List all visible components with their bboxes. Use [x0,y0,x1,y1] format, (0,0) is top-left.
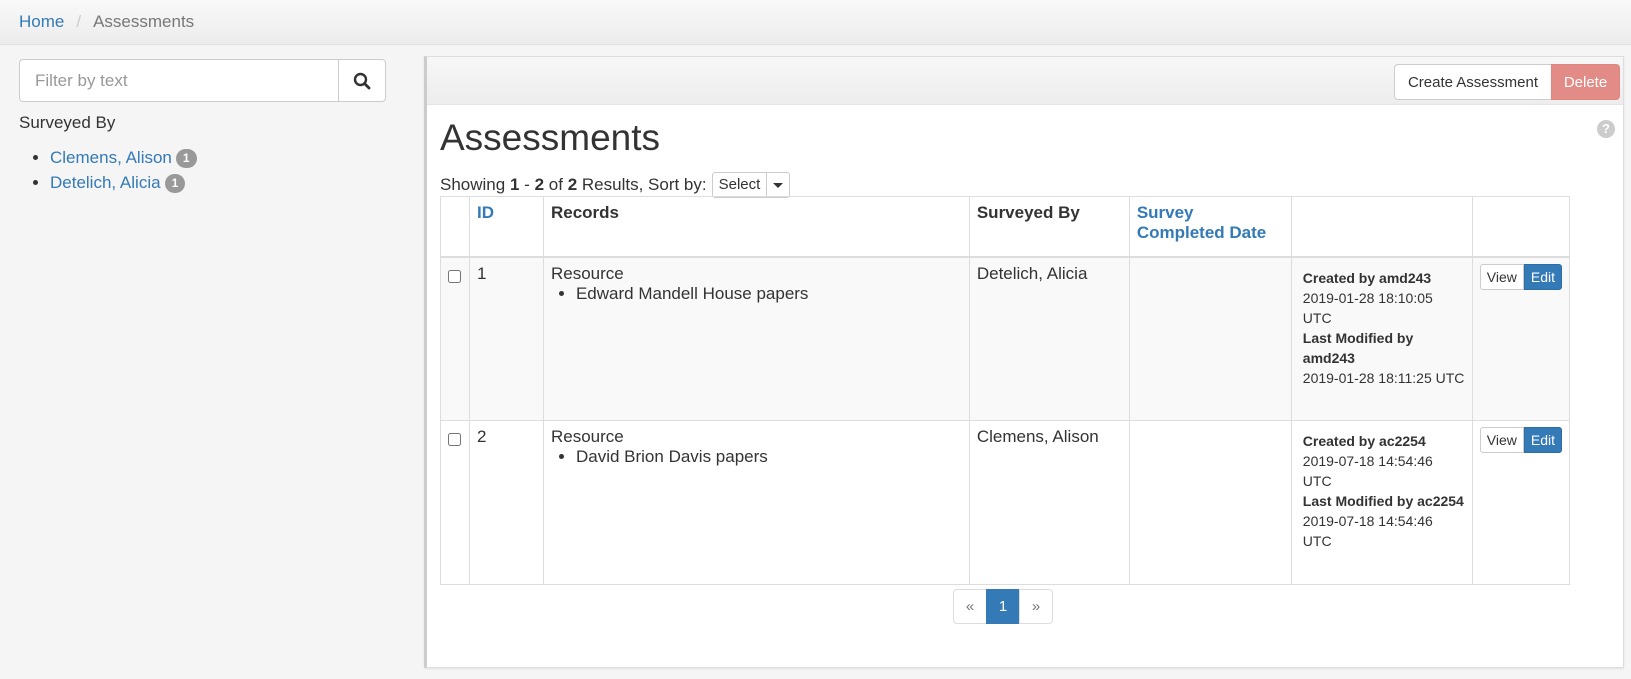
sort-dropdown-toggle[interactable] [767,173,789,197]
audit-cell: Created by ac2254 2019-07-18 14:54:46 UT… [1290,420,1473,585]
edit-button[interactable]: Edit [1523,427,1562,453]
view-button[interactable]: View [1479,263,1524,290]
modified-by: Last Modified by amd243 [1302,329,1414,366]
pagination-prev[interactable]: « [953,589,987,624]
assessments-table: ID Records Surveyed By Survey Completed … [440,196,1571,585]
facet-count-badge: 1 [175,149,197,169]
filter-input[interactable] [19,59,338,102]
completed-date-cell [1128,256,1292,421]
filter-form [19,59,386,102]
facet-list: Clemens, Alison1 Detelich, Alicia1 [50,145,197,195]
sort-select[interactable]: Select [711,172,791,198]
summary-of: of [548,175,563,194]
record-item: Edward Mandell House papers [576,284,962,304]
created-by: Created by ac2254 [1302,433,1426,449]
help-icon[interactable]: ? [1597,120,1615,138]
toolbar: Create Assessment Delete [427,57,1623,105]
audit-cell: Created by amd243 2019-01-28 18:10:05 UT… [1290,256,1473,421]
created-by: Created by amd243 [1302,269,1432,286]
row-checkbox[interactable] [448,433,462,446]
view-button[interactable]: View [1479,427,1524,453]
main-panel: Create Assessment Delete ? Assessments S… [424,56,1624,668]
header-audit [1290,196,1473,258]
row-checkbox[interactable] [448,269,462,283]
pagination: « 1 » [953,589,1053,624]
header-id: ID [468,196,544,258]
modified-by: Last Modified by ac2254 [1302,493,1464,509]
facet-link-clemens[interactable]: Clemens, Alison [50,148,172,167]
facet-item: Detelich, Alicia1 [50,170,197,195]
actions-cell: View Edit [1471,420,1571,585]
records-cell: Resource David Brion Davis papers [542,420,970,585]
delete-button[interactable]: Delete [1551,64,1620,100]
page-title: Assessments [440,117,661,158]
caret-down-icon [773,182,784,188]
breadcrumb: Home / Assessments [19,12,194,32]
header-select [440,196,470,258]
created-at: 2019-07-18 14:54:46 UTC [1302,453,1433,489]
table-header-row: ID Records Surveyed By Survey Completed … [440,196,1571,258]
breadcrumb-current: Assessments [93,12,195,31]
actions-cell: View Edit [1471,256,1571,421]
create-assessment-button[interactable]: Create Assessment [1393,64,1552,100]
sort-by-completed-date-link[interactable]: Survey Completed Date [1137,203,1266,242]
record-type: Resource [550,427,624,446]
surveyed-by-cell: Detelich, Alicia [968,256,1130,421]
header-surveyed-by: Surveyed By [968,196,1130,258]
summary-dash: - [524,175,530,194]
row-action-group: View Edit [1479,263,1562,290]
pagination-next[interactable]: » [1019,589,1053,624]
completed-date-cell [1128,420,1292,585]
facet-item: Clemens, Alison1 [50,145,197,170]
search-icon [353,72,371,89]
summary-showing: Showing [440,175,506,194]
row-action-group: View Edit [1479,427,1562,453]
id-cell: 1 [468,256,544,421]
modified-at: 2019-07-18 14:54:46 UTC [1302,513,1433,549]
facet-count-badge: 1 [164,174,186,194]
breadcrumb-home-link[interactable]: Home [19,12,64,32]
sidebar: Surveyed By Clemens, Alison1 Detelich, A… [0,45,422,679]
records-cell: Resource Edward Mandell House papers [542,256,970,421]
row-select-cell [440,420,470,585]
summary-results-sort: Results, Sort by: [581,175,707,194]
sort-select-label: Select [713,173,768,197]
results-summary: Showing 1 - 2 of 2 Results, Sort by: Sel… [440,172,791,198]
facet-title: Surveyed By [19,113,116,132]
id-cell: 2 [468,420,544,585]
surveyed-by-cell: Clemens, Alison [968,420,1130,585]
facet-link-detelich[interactable]: Detelich, Alicia [50,173,161,192]
modified-at: 2019-01-28 18:11:25 UTC [1302,369,1465,386]
row-select-cell [440,256,470,421]
pagination-page-1[interactable]: 1 [986,589,1020,624]
search-button[interactable] [338,59,386,102]
breadcrumb-separator: / [76,12,82,31]
summary-from: 1 [509,175,520,194]
header-records: Records [542,196,970,258]
record-list: Edward Mandell House papers [576,284,962,304]
summary-to: 2 [534,175,545,194]
edit-button[interactable]: Edit [1523,263,1562,290]
record-item: David Brion Davis papers [576,447,962,467]
table-row: 2 Resource David Brion Davis papers Clem… [440,420,1571,585]
created-at: 2019-01-28 18:10:05 UTC [1302,289,1433,326]
breadcrumb-bar: Home / Assessments [0,0,1631,45]
sort-by-id-link[interactable]: ID [477,203,494,222]
header-actions [1471,196,1571,258]
header-completed-date: Survey Completed Date [1128,196,1292,258]
record-list: David Brion Davis papers [576,447,962,467]
table-row: 1 Resource Edward Mandell House papers D… [440,256,1571,421]
summary-total: 2 [567,175,578,194]
record-type: Resource [550,263,624,283]
